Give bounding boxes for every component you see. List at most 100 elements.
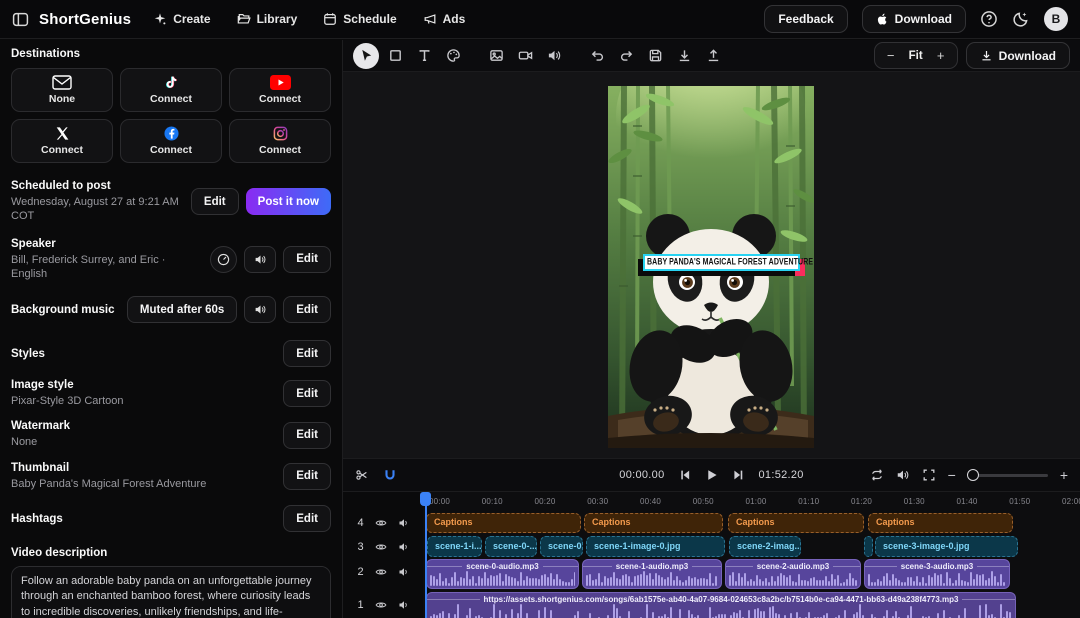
images-clip[interactable]: s xyxy=(864,536,873,557)
captions-clip[interactable]: Captions xyxy=(868,513,1013,533)
nav-item-schedule[interactable]: Schedule xyxy=(323,12,396,26)
nav-item-create[interactable]: Create xyxy=(153,12,210,26)
music-clip[interactable]: https://assets.shortgenius.com/songs/6ab… xyxy=(426,592,1016,618)
image-style-edit-button[interactable]: Edit xyxy=(283,380,331,407)
track-volume-icon[interactable] xyxy=(398,541,410,553)
music-volume-button[interactable] xyxy=(244,296,276,323)
audio-clip[interactable]: scene-1-audio.mp3 xyxy=(582,559,722,589)
track-volume-icon[interactable] xyxy=(398,517,410,529)
square-icon xyxy=(388,48,403,63)
hashtags-edit-button[interactable]: Edit xyxy=(283,505,331,532)
undo-button[interactable] xyxy=(584,43,610,69)
speaker-speed-button[interactable] xyxy=(210,246,237,273)
images-clip[interactable]: scene-1-i... xyxy=(427,536,482,557)
timeline-zoom-slider[interactable] xyxy=(968,474,1048,477)
images-clip[interactable]: scene-0... xyxy=(540,536,583,557)
timeline-panel: 00:0000:1000:2000:3000:4000:5001:0001:10… xyxy=(343,492,1080,618)
save-button[interactable] xyxy=(642,43,668,69)
destination-instagram-card[interactable]: Connect xyxy=(229,119,331,163)
scheduled-edit-button[interactable]: Edit xyxy=(191,188,239,215)
images-clip[interactable]: scene-3-image-0.jpg xyxy=(875,536,1018,557)
video-description-textarea[interactable]: Follow an adorable baby panda on an unfo… xyxy=(11,566,331,618)
shape-tool-button[interactable] xyxy=(382,43,408,69)
speaker-edit-button[interactable]: Edit xyxy=(283,246,331,273)
loop-button[interactable] xyxy=(870,468,884,482)
current-time: 00:00.00 xyxy=(619,469,664,481)
feedback-button[interactable]: Feedback xyxy=(764,5,847,33)
track-volume-icon[interactable] xyxy=(398,566,410,578)
mute-button[interactable] xyxy=(896,468,910,482)
speaker-volume-button[interactable] xyxy=(244,246,276,273)
zoom-in-button[interactable]: + xyxy=(929,48,953,63)
images-clip[interactable]: scene-0-... xyxy=(485,536,537,557)
ruler-tick: 00:50 xyxy=(693,497,714,506)
captions-clip[interactable]: Captions xyxy=(426,513,581,533)
color-tool-button[interactable] xyxy=(440,43,466,69)
music-edit-button[interactable]: Edit xyxy=(283,296,331,323)
nav-item-library[interactable]: Library xyxy=(237,12,298,26)
add-image-button[interactable] xyxy=(483,43,509,69)
eye-icon[interactable] xyxy=(375,517,387,529)
add-video-button[interactable] xyxy=(512,43,538,69)
text-tool-button[interactable] xyxy=(411,43,437,69)
video-download-button[interactable]: Download xyxy=(966,42,1070,69)
images-clip[interactable]: scene-1-image-0.jpg xyxy=(586,536,725,557)
destination-tiktok-card[interactable]: Connect xyxy=(120,68,222,112)
eye-icon[interactable] xyxy=(375,541,387,553)
destination-youtube-card[interactable]: Connect xyxy=(229,68,331,112)
theme-toggle-moon-icon[interactable] xyxy=(1012,10,1030,28)
video-caption-banner[interactable]: BABY PANDA'S MAGICAL FOREST ADVENTURE xyxy=(643,254,800,271)
styles-edit-button[interactable]: Edit xyxy=(283,340,331,367)
thumbnail-edit-button[interactable]: Edit xyxy=(283,463,331,490)
captions-clip[interactable]: Captions xyxy=(728,513,864,533)
volume-icon xyxy=(254,303,267,316)
timeline-ruler[interactable]: 00:0000:1000:2000:3000:4000:5001:0001:10… xyxy=(343,492,1080,512)
skip-forward-button[interactable] xyxy=(732,468,746,482)
redo-button[interactable] xyxy=(613,43,639,69)
video-preview[interactable]: BABY PANDA'S MAGICAL FOREST ADVENTURE xyxy=(608,86,814,448)
split-scissors-button[interactable] xyxy=(355,468,369,482)
timeline-zoom-in-button[interactable]: + xyxy=(1060,468,1068,482)
download-project-button[interactable] xyxy=(671,43,697,69)
audio-clip[interactable]: scene-3-audio.mp3 xyxy=(864,559,1010,589)
muted-after-button[interactable]: Muted after 60s xyxy=(127,296,237,323)
user-avatar[interactable]: B xyxy=(1044,7,1068,31)
background-music-title: Background music xyxy=(11,304,115,316)
video-canvas[interactable]: BABY PANDA'S MAGICAL FOREST ADVENTURE xyxy=(343,72,1080,458)
images-clip[interactable]: scene-2-imag... xyxy=(729,536,801,557)
clip-label: scene-3-audio.mp3 xyxy=(897,562,977,571)
destination-email-card[interactable]: None xyxy=(11,68,113,112)
destination-x-card[interactable]: Connect xyxy=(11,119,113,163)
track-volume-icon[interactable] xyxy=(398,599,410,611)
eye-icon[interactable] xyxy=(375,566,387,578)
brand-logo[interactable]: ShortGenius xyxy=(39,11,131,28)
captions-clip[interactable]: Captions xyxy=(584,513,723,533)
eye-icon[interactable] xyxy=(375,599,387,611)
sidebar-toggle-icon[interactable] xyxy=(12,11,29,28)
audio-clip[interactable]: scene-2-audio.mp3 xyxy=(725,559,861,589)
snap-magnet-toggle[interactable] xyxy=(383,468,397,482)
slider-knob[interactable] xyxy=(967,469,979,481)
export-button[interactable] xyxy=(700,43,726,69)
nav-item-ads[interactable]: Ads xyxy=(423,12,466,26)
zoom-fit-button[interactable]: Fit xyxy=(903,50,929,62)
editor-toolbar: − Fit + Download xyxy=(343,40,1080,72)
add-audio-button[interactable] xyxy=(541,43,567,69)
select-tool-button[interactable] xyxy=(353,43,379,69)
zoom-out-button[interactable]: − xyxy=(879,48,903,63)
fullscreen-button[interactable] xyxy=(922,468,936,482)
timeline-zoom-out-button[interactable]: − xyxy=(948,468,956,482)
audio-clip[interactable]: scene-0-audio.mp3 xyxy=(426,559,579,589)
skip-back-button[interactable] xyxy=(678,468,692,482)
watermark-edit-button[interactable]: Edit xyxy=(283,422,331,449)
post-it-now-button[interactable]: Post it now xyxy=(246,188,331,215)
ruler-tick: 01:10 xyxy=(798,497,819,506)
destination-facebook-card[interactable]: Connect xyxy=(120,119,222,163)
sparkles-icon xyxy=(153,12,167,26)
play-button[interactable] xyxy=(705,468,719,482)
download-app-button[interactable]: Download xyxy=(862,5,966,33)
playhead-handle[interactable] xyxy=(420,492,431,506)
apple-icon xyxy=(876,12,889,26)
help-icon[interactable] xyxy=(980,10,998,28)
speaker-section: Speaker Bill, Frederick Surrey, and Eric… xyxy=(11,238,331,282)
